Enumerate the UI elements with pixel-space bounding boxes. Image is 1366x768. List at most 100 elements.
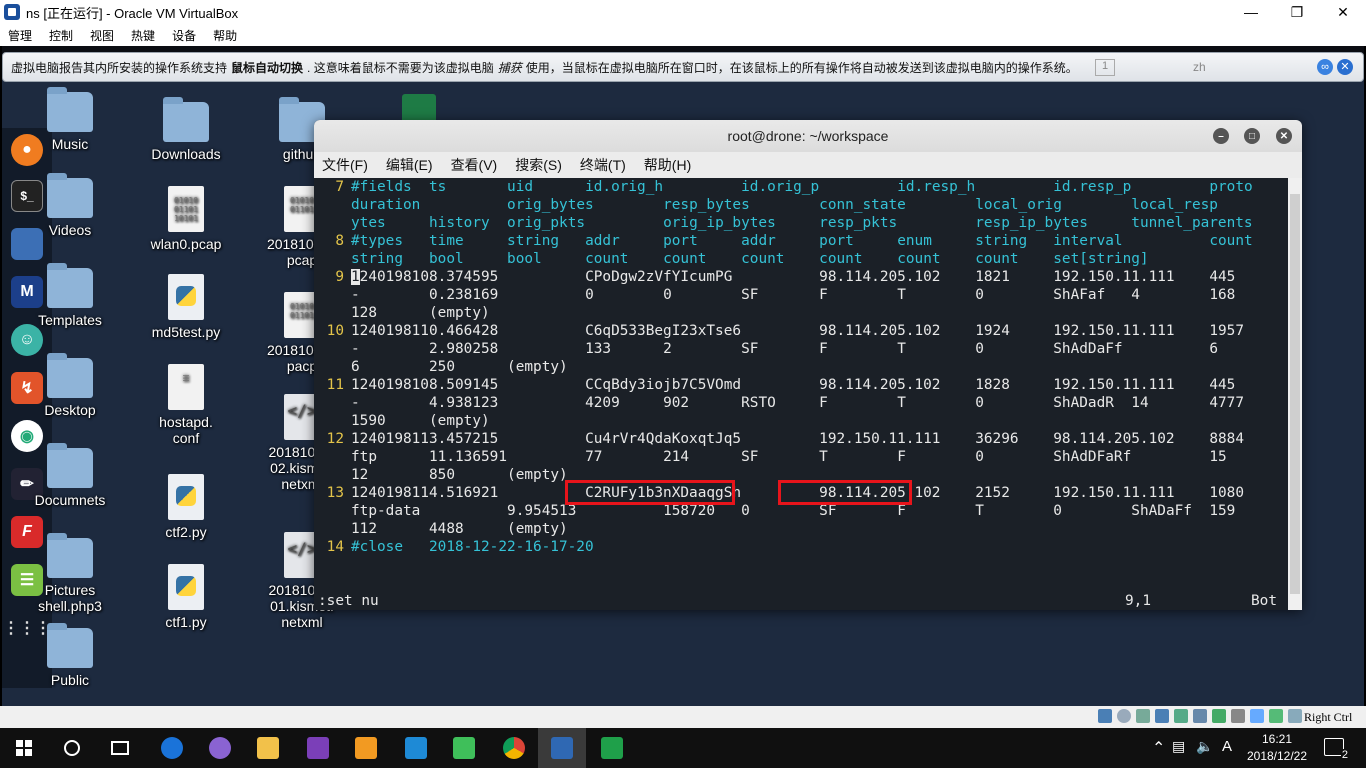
usb-status-icon[interactable] xyxy=(1174,709,1188,723)
terminal-menu-search[interactable]: 搜索(S) xyxy=(515,155,562,175)
buffer-field: 0 xyxy=(1053,503,1062,519)
terminal-body[interactable]: 7 #fields ts uid id.orig_h id.orig_p id.resp_h… xyxy=(314,178,1288,610)
audio-status-icon[interactable] xyxy=(1136,709,1150,723)
notice-text-tail: 使用，当鼠标在虚拟电脑所在窗口时，在该鼠标上的所有操作将自动被发送到该虚拟电脑内… xyxy=(525,60,1078,75)
menu-hotkey[interactable]: 热键 xyxy=(123,27,164,44)
terminal-menu-view[interactable]: 查看(V) xyxy=(451,155,498,175)
network-icon[interactable]: ▤ xyxy=(1172,738,1185,755)
disk-status-icon[interactable] xyxy=(1098,709,1112,723)
cpu-status-icon[interactable] xyxy=(1250,709,1264,723)
menu-help[interactable]: 帮助 xyxy=(205,27,246,44)
taskbar-explorer[interactable] xyxy=(244,728,292,768)
folder-music[interactable]: Music xyxy=(20,87,120,152)
terminal-menu-terminal[interactable]: 终端(T) xyxy=(580,155,626,175)
taskbar-visual-studio[interactable] xyxy=(294,728,342,768)
scrollbar-thumb[interactable] xyxy=(1290,194,1300,594)
folder-pictures[interactable]: Pictures shell.php3 xyxy=(20,533,120,614)
folder-documnets[interactable]: Documnets xyxy=(20,443,120,508)
search-circle-icon xyxy=(64,740,80,756)
buffer-field: 1240198108.509145 xyxy=(351,377,499,393)
terminal-menu-help[interactable]: 帮助(H) xyxy=(644,155,691,175)
armitage-icon[interactable]: ☺ xyxy=(11,324,43,356)
folder-public[interactable]: Public xyxy=(20,623,120,688)
terminal-scrollbar[interactable] xyxy=(1288,178,1302,610)
vbox-menubar: 管理 控制 视图 热键 设备 帮助 xyxy=(0,24,1366,46)
taskbar-chrome[interactable] xyxy=(490,728,538,768)
search-button[interactable] xyxy=(48,728,96,768)
line-number: 7 xyxy=(335,179,344,195)
buffer-field: interval xyxy=(1053,233,1123,249)
folder-downloads[interactable]: Downloads xyxy=(136,97,236,162)
notice-info-icon[interactable]: ∞ xyxy=(1317,59,1333,75)
vscode-icon xyxy=(405,737,427,759)
folder-icon xyxy=(47,263,93,308)
notice-text-italic: 捕获 xyxy=(497,60,522,75)
language-indicator[interactable]: zh xyxy=(1193,60,1206,74)
buffer-field: port xyxy=(819,233,854,249)
taskbar-pycharm[interactable] xyxy=(440,728,488,768)
taskbar-edge[interactable] xyxy=(148,728,196,768)
restore-button[interactable]: ❐ xyxy=(1274,0,1320,24)
terminal-close-button[interactable]: ✕ xyxy=(1276,128,1292,144)
shared-folder-status-icon[interactable] xyxy=(1193,709,1207,723)
file-wlan0-pcap[interactable]: 01010 01101 10101 wlan0.pcap xyxy=(136,186,236,252)
file-hostapd-conf[interactable]: ☰ hostapd. conf xyxy=(136,364,236,446)
terminal-minimize-button[interactable]: – xyxy=(1213,128,1229,144)
start-button[interactable] xyxy=(0,728,48,768)
folder-videos[interactable]: Videos xyxy=(20,173,120,238)
buffer-field: 159 xyxy=(1209,503,1236,519)
terminal-maximize-button[interactable]: □ xyxy=(1244,128,1260,144)
icon-label: Videos xyxy=(48,222,92,238)
taskbar-vscode[interactable] xyxy=(392,728,440,768)
file-md5test-py[interactable]: md5test.py xyxy=(136,274,236,340)
menu-view[interactable]: 视图 xyxy=(82,27,123,44)
buffer-field: string xyxy=(351,251,403,267)
mouse-integration-status-icon[interactable] xyxy=(1269,709,1283,723)
menu-control[interactable]: 控制 xyxy=(41,27,82,44)
close-button[interactable]: ✕ xyxy=(1320,0,1366,24)
buffer-field: F xyxy=(819,287,828,303)
keyboard-status-icon[interactable] xyxy=(1288,709,1302,723)
taskbar-github-desktop[interactable] xyxy=(196,728,244,768)
taskbar-virtualbox[interactable] xyxy=(538,728,586,768)
menu-manage[interactable]: 管理 xyxy=(0,27,41,44)
network-status-icon[interactable] xyxy=(1155,709,1169,723)
taskbar-app-green[interactable] xyxy=(588,728,636,768)
file-ctf2-py[interactable]: ctf2.py xyxy=(136,474,236,540)
volume-icon[interactable]: 🔈 xyxy=(1196,738,1213,755)
buffer-field: 0 xyxy=(975,395,984,411)
buffer-field: 4777 xyxy=(1209,395,1244,411)
buffer-field: 0.238169 xyxy=(429,287,499,303)
clock-date: 2018/12/22 xyxy=(1246,749,1308,763)
optical-status-icon[interactable] xyxy=(1117,709,1131,723)
buffer-field: 2018-12-22-16-17-20 xyxy=(429,539,594,555)
icon-label: ctf1.py xyxy=(165,614,207,630)
recording-status-icon[interactable] xyxy=(1231,709,1245,723)
host-key-label: Right Ctrl xyxy=(1304,710,1353,724)
clock[interactable]: 16:21 2018/12/22 xyxy=(1244,731,1310,765)
vim-statusline: :set nu 9,1 Bot xyxy=(314,592,1288,610)
tray-overflow-icon[interactable]: ⌃ xyxy=(1152,738,1165,758)
task-view-button[interactable] xyxy=(96,728,144,768)
input-method-indicator[interactable]: A xyxy=(1222,738,1232,755)
folder-templates[interactable]: Templates xyxy=(20,263,120,328)
notice-close-icon[interactable]: ✕ xyxy=(1337,59,1353,75)
file-shell-php3[interactable]: shell.php3 xyxy=(20,598,120,614)
buffer-field: 1821 xyxy=(975,269,1010,285)
buffer-field: (empty) xyxy=(429,413,490,429)
action-center-icon[interactable]: 2 xyxy=(1324,738,1349,761)
text-file-icon: ☰ xyxy=(168,364,204,410)
buffer-field: 192.150.11.111 xyxy=(1053,485,1175,501)
minimize-button[interactable]: — xyxy=(1228,0,1274,24)
buffer-field: 2.980258 xyxy=(429,341,499,357)
file-ctf1-py[interactable]: ctf1.py xyxy=(136,564,236,630)
virtualbox-icon xyxy=(4,4,20,20)
menu-devices[interactable]: 设备 xyxy=(164,27,205,44)
terminal-menu-edit[interactable]: 编辑(E) xyxy=(386,155,433,175)
folder-desktop[interactable]: Desktop xyxy=(20,353,120,418)
taskbar-sublime[interactable] xyxy=(342,728,390,768)
buffer-field: CCqBdy3iojb7C5VOmd xyxy=(585,377,742,393)
terminal-menu-file[interactable]: 文件(F) xyxy=(322,155,368,175)
display-status-icon[interactable] xyxy=(1212,709,1226,723)
vim-command: :set nu xyxy=(318,593,379,609)
